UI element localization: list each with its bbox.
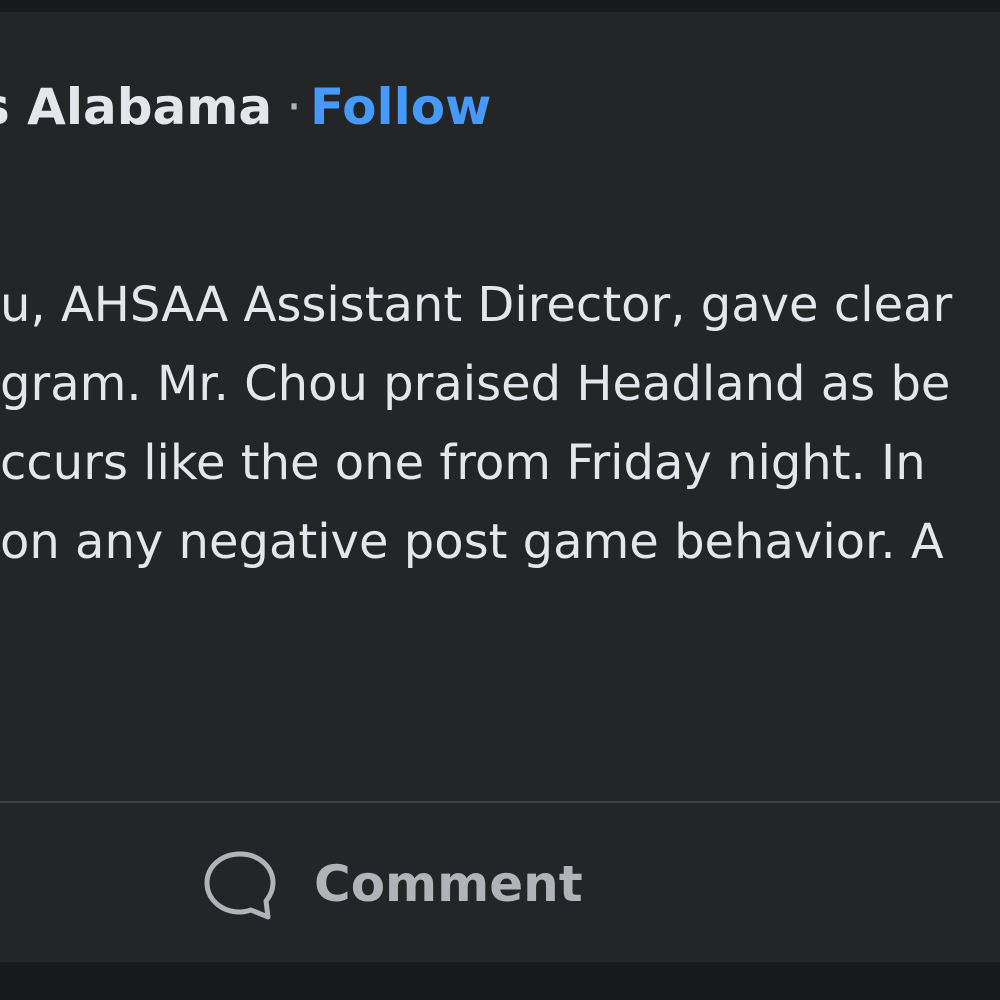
screen: s Alabama · Follow u, AHSAA Assistant Dire… [0, 0, 1000, 1000]
post-body-line: ccurs like the one from Friday night. In [0, 435, 926, 491]
post-header: s Alabama · Follow [0, 82, 491, 132]
header-separator: · [286, 78, 303, 136]
action-bar-divider [0, 801, 1000, 803]
post-card: s Alabama · Follow u, AHSAA Assistant Dire… [0, 12, 1000, 962]
comment-label: Comment [314, 855, 583, 913]
post-body-line: gram. Mr. Chou praised Headland as be [0, 356, 951, 412]
speech-bubble-icon [204, 851, 276, 920]
comment-button[interactable]: Comment [200, 844, 583, 924]
follow-button[interactable]: Follow [310, 78, 491, 136]
post-body: u, AHSAA Assistant Director, gave clear … [0, 266, 1000, 582]
post-body-line: u, AHSAA Assistant Director, gave clear [0, 277, 953, 333]
page-name-link[interactable]: s Alabama [0, 78, 272, 136]
post-body-line: on any negative post game behavior. A [0, 514, 944, 570]
